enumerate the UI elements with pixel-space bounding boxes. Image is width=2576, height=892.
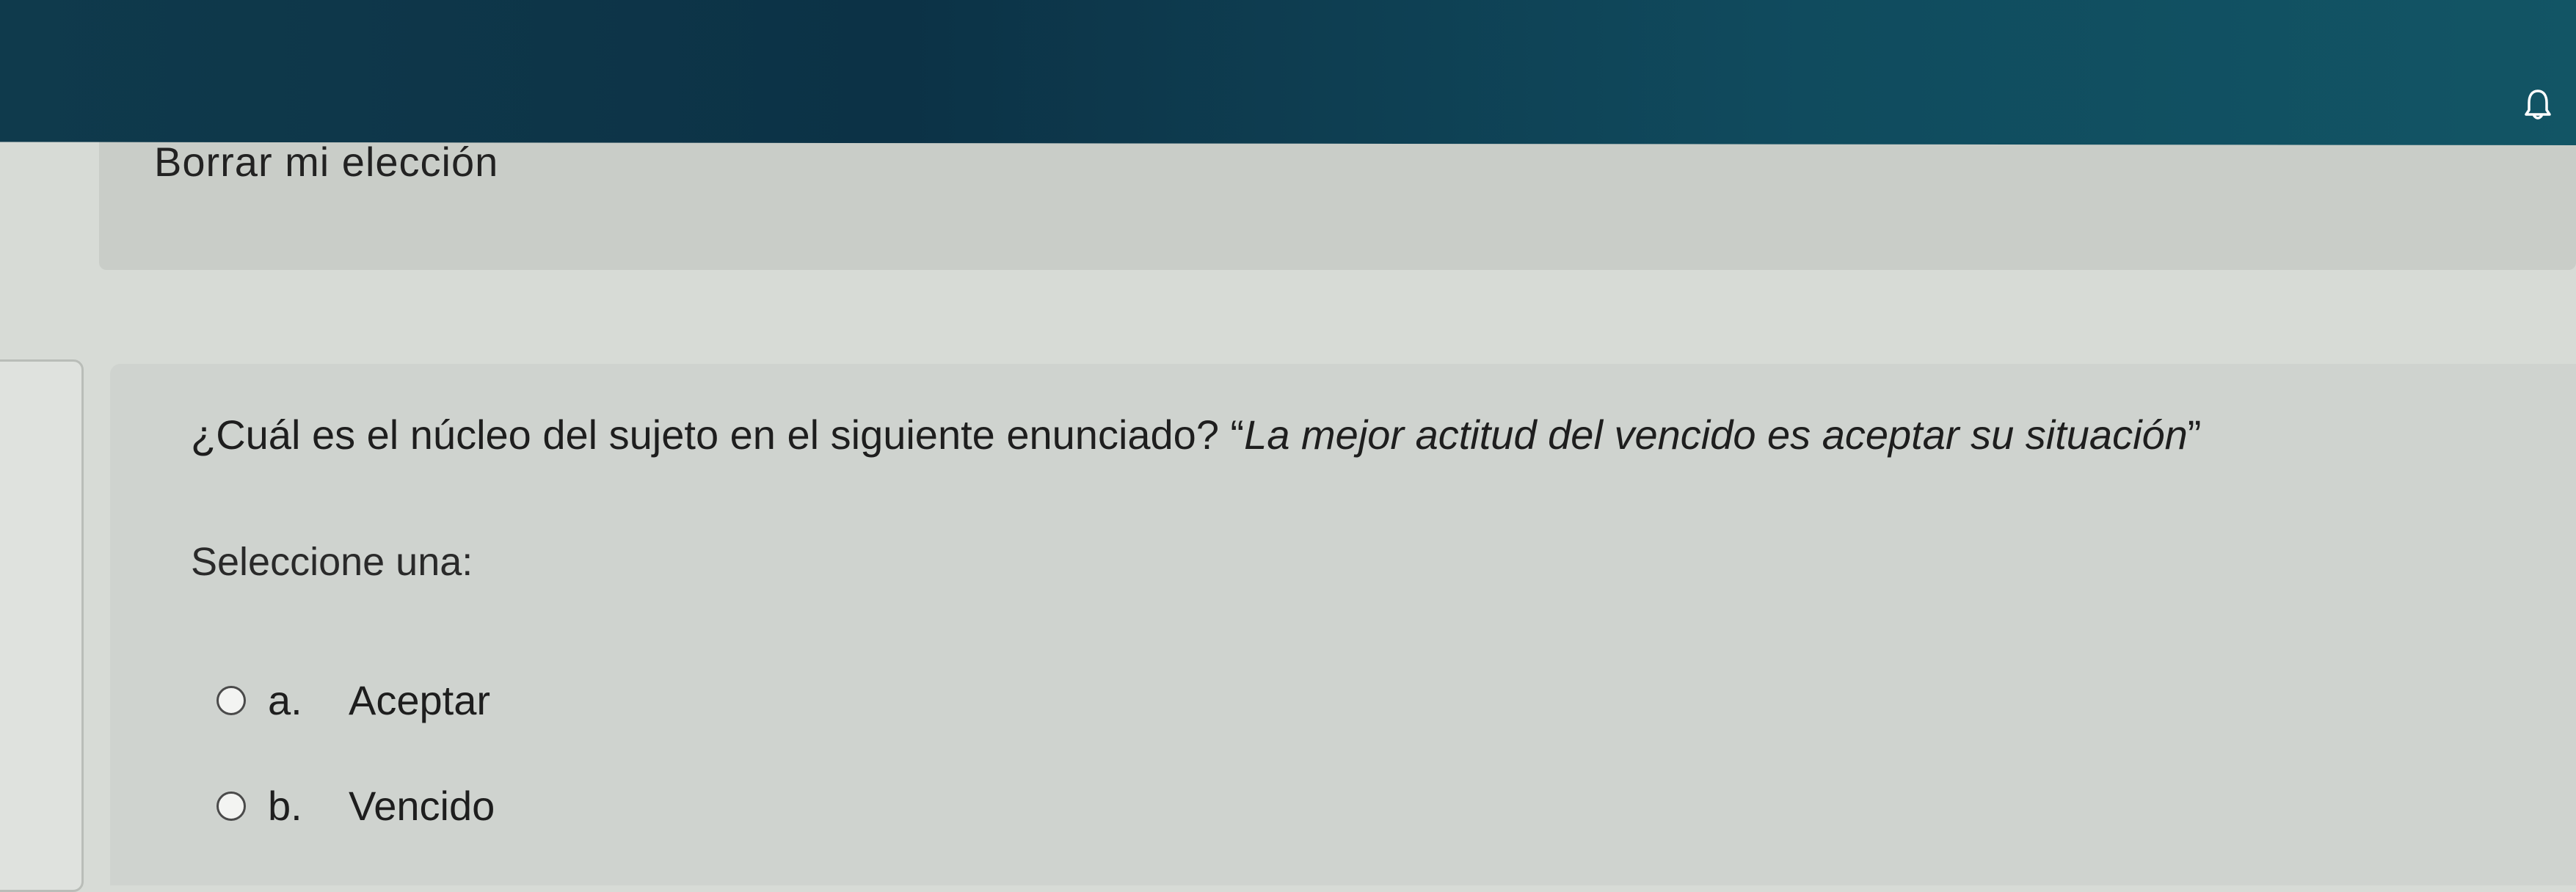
- question-info-panel: ) |: [0, 359, 84, 892]
- option-letter: b.: [268, 783, 302, 829]
- option-letter: a.: [268, 677, 302, 723]
- question-text: ¿Cuál es el núcleo del sujeto en el sigu…: [191, 411, 2201, 458]
- radio-button[interactable]: [217, 791, 246, 821]
- question-quote: La mejor actitud del vencido es aceptar …: [1244, 412, 2188, 458]
- option-label: Aceptar: [349, 677, 490, 723]
- clear-choice-link[interactable]: Borrar mi elección: [154, 138, 498, 186]
- question-quote-close: ”: [2187, 412, 2202, 458]
- option-b[interactable]: b. Vencido: [217, 782, 495, 830]
- radio-button[interactable]: [217, 685, 246, 715]
- select-prompt: Seleccione una:: [191, 540, 473, 584]
- option-label: Vencido: [349, 783, 495, 829]
- top-navbar: [0, 0, 2576, 145]
- question-text-plain: ¿Cuál es el núcleo del sujeto en el sigu…: [191, 412, 1245, 458]
- option-a[interactable]: a. Aceptar: [217, 676, 490, 724]
- bell-icon[interactable]: [2523, 88, 2553, 120]
